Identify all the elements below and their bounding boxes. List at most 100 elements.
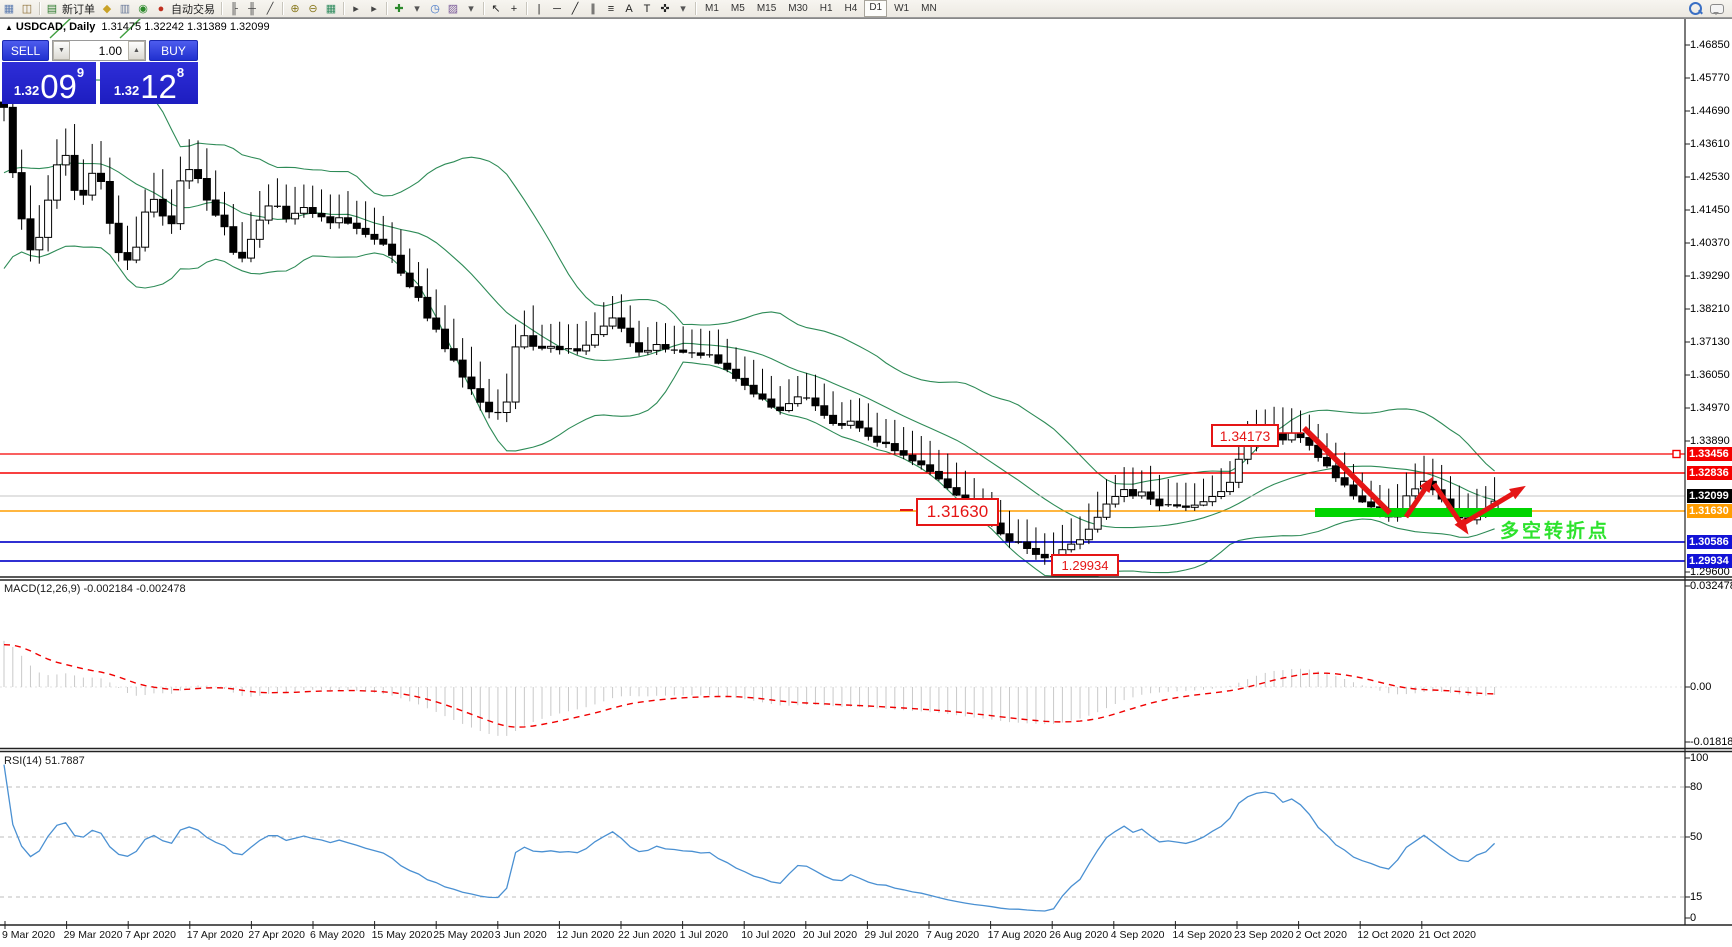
auto-scroll-icon[interactable]: ▸ xyxy=(348,1,364,16)
new-order-label[interactable]: 新订单 xyxy=(62,1,95,17)
chat-icon[interactable] xyxy=(1710,4,1724,14)
bar-chart-icon[interactable]: ╟ xyxy=(226,1,242,16)
timeframe-button-mn[interactable]: MN xyxy=(916,1,942,16)
buy-price-panel[interactable]: 1.32 12 8 xyxy=(100,62,198,104)
date-label: 20 Jul 2020 xyxy=(803,929,857,941)
zoom-out-icon[interactable]: ⊖ xyxy=(305,1,321,16)
bullish-candle xyxy=(336,218,343,223)
bearish-candle xyxy=(741,378,748,385)
bullish-candle xyxy=(53,165,60,200)
bullish-candle xyxy=(150,199,157,212)
price-callout-label[interactable]: 1.31630 xyxy=(916,498,999,526)
trendline-icon[interactable]: ╱ xyxy=(567,1,583,16)
search-icon[interactable] xyxy=(1689,2,1702,15)
chart-canvas[interactable] xyxy=(0,0,1732,947)
arrows-dropdown-icon[interactable]: ▾ xyxy=(675,1,691,16)
zoom-window-icon[interactable]: ◫ xyxy=(19,1,35,16)
downtrend-line[interactable] xyxy=(1304,428,1390,513)
new-order-icon[interactable]: ▤ xyxy=(44,1,60,16)
bullish-candle xyxy=(1094,517,1101,529)
tile-windows-icon[interactable]: ▦ xyxy=(323,1,339,16)
crosshair-icon[interactable]: + xyxy=(506,1,522,16)
bearish-candle xyxy=(1129,490,1136,496)
bearish-candle xyxy=(539,346,546,348)
bullish-candle xyxy=(1412,489,1419,496)
toolbar-separator xyxy=(695,2,696,15)
hline-endpoint-marker[interactable] xyxy=(1673,451,1680,458)
indicators-icon[interactable]: ✚ xyxy=(391,1,407,16)
vline-icon[interactable]: | xyxy=(531,1,547,16)
bearish-candle xyxy=(353,223,360,228)
bearish-candle xyxy=(344,218,351,223)
chart-window-icon[interactable]: ▦ xyxy=(1,1,17,16)
timeframe-button-h4[interactable]: H4 xyxy=(840,1,863,16)
autotrade-label[interactable]: 自动交易 xyxy=(171,1,215,17)
bearish-candle xyxy=(406,273,413,287)
templates-dropdown-icon[interactable]: ▾ xyxy=(463,1,479,16)
bullish-candle xyxy=(89,173,96,195)
channel-icon[interactable]: ∥ xyxy=(585,1,601,16)
price-tag-label: 1.31630 xyxy=(1687,504,1732,518)
chart-shift-icon[interactable]: ▸ xyxy=(366,1,382,16)
eraser-icon[interactable]: ◆ xyxy=(99,1,115,16)
timeframe-button-m15[interactable]: M15 xyxy=(752,1,781,16)
timeframe-button-d1[interactable]: D1 xyxy=(864,0,887,17)
bearish-candle xyxy=(98,173,105,181)
bullish-candle xyxy=(45,200,52,237)
bearish-candle xyxy=(1024,542,1031,548)
bearish-candle xyxy=(1174,505,1181,506)
line-chart-icon[interactable]: ╱ xyxy=(262,1,278,16)
period-clock-icon[interactable]: ◷ xyxy=(427,1,443,16)
sell-price-panel[interactable]: 1.32 09 9 xyxy=(2,62,96,104)
cursor-icon[interactable]: ↖ xyxy=(488,1,504,16)
volume-decrease-button[interactable]: ▼ xyxy=(53,41,70,60)
price-tick-label: 1.41450 xyxy=(1690,204,1730,216)
bearish-candle xyxy=(415,287,422,298)
timeframe-button-m30[interactable]: M30 xyxy=(783,1,812,16)
bearish-candle xyxy=(309,208,316,214)
bullish-candle xyxy=(600,326,607,335)
fibonacci-icon[interactable]: ≡ xyxy=(603,1,619,16)
volume-increase-button[interactable]: ▲ xyxy=(128,41,145,60)
timeframe-button-m5[interactable]: M5 xyxy=(726,1,750,16)
bearish-candle xyxy=(9,107,16,172)
bullish-candle xyxy=(177,181,184,224)
price-callout-label[interactable]: 1.29934 xyxy=(1051,554,1119,576)
bearish-candle xyxy=(530,336,537,347)
bearish-candle xyxy=(18,173,25,219)
annotation-green-text[interactable]: 多空转折点 xyxy=(1500,516,1610,543)
hline-icon[interactable]: ─ xyxy=(549,1,565,16)
bearish-candle xyxy=(1350,485,1357,496)
indicators-dropdown-icon[interactable]: ▾ xyxy=(409,1,425,16)
timeframe-button-m1[interactable]: M1 xyxy=(700,1,724,16)
autotrade-icon[interactable]: ● xyxy=(153,1,169,16)
bearish-candle xyxy=(1041,554,1048,557)
printer-icon[interactable]: ▥ xyxy=(117,1,133,16)
bullish-candle xyxy=(583,345,590,351)
sound-icon[interactable]: ◉ xyxy=(135,1,151,16)
text-label-icon[interactable]: T xyxy=(639,1,655,16)
bearish-candle xyxy=(900,451,907,456)
price-callout-label[interactable]: 1.34173 xyxy=(1211,424,1279,447)
toolbar-separator xyxy=(483,2,484,15)
volume-input[interactable] xyxy=(70,41,128,60)
candle-chart-icon[interactable]: ╫ xyxy=(244,1,260,16)
arrows-icon[interactable]: ✜ xyxy=(657,1,673,16)
bullish-candle xyxy=(1121,490,1128,497)
collapse-marker-icon[interactable]: ▲ xyxy=(5,23,13,32)
bearish-candle xyxy=(1182,506,1189,507)
sell-button[interactable]: SELL xyxy=(2,40,49,61)
buy-button[interactable]: BUY xyxy=(149,40,198,61)
text-icon[interactable]: A xyxy=(621,1,637,16)
toolbar-separator xyxy=(221,2,222,15)
toolbar-separator xyxy=(39,2,40,15)
bearish-candle xyxy=(397,255,404,273)
price-tag-label: 1.29934 xyxy=(1687,554,1732,568)
timeframe-button-w1[interactable]: W1 xyxy=(889,1,914,16)
templates-icon[interactable]: ▨ xyxy=(445,1,461,16)
macd-tick-label: -0.018182 xyxy=(1690,736,1732,748)
price-tick-label: 1.46850 xyxy=(1690,39,1730,51)
macd-tick-label: 0.00 xyxy=(1690,681,1711,693)
timeframe-button-h1[interactable]: H1 xyxy=(815,1,838,16)
zoom-in-icon[interactable]: ⊕ xyxy=(287,1,303,16)
